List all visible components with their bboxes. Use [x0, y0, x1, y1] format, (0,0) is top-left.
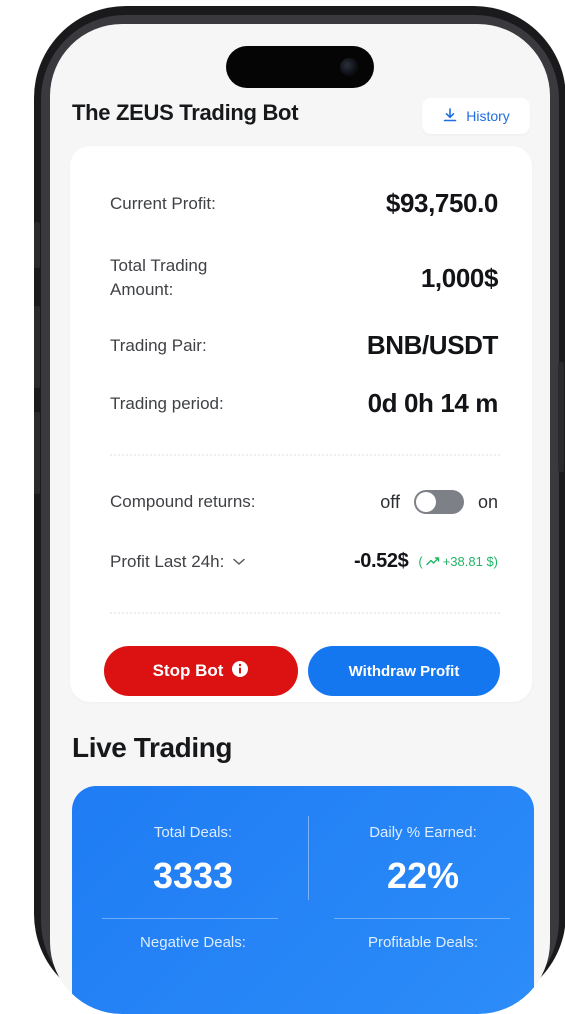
download-icon	[442, 107, 458, 126]
negative-deals-stat: Negative Deals:	[78, 934, 308, 951]
chevron-down-icon	[232, 552, 246, 572]
stop-bot-label: Stop Bot	[152, 661, 224, 680]
current-profit-label: Current Profit:	[110, 193, 216, 213]
divider	[110, 612, 500, 614]
stats-divider-horizontal	[102, 918, 278, 919]
history-button[interactable]: History	[422, 98, 530, 134]
trading-pair-value: BNB/USDT	[366, 330, 499, 360]
phone-volume-down	[34, 412, 40, 494]
toggle-knob	[415, 492, 436, 512]
total-deals-label: Total Deals:	[153, 824, 233, 841]
profit-24h-label: Profit Last 24h:	[110, 551, 225, 571]
trading-amount-label-line2: Amount:	[110, 280, 174, 299]
current-profit-value: $93,750.0	[385, 188, 498, 218]
app-screen: The ZEUS Trading Bot History Current Pro…	[50, 24, 550, 1014]
trading-pair-row: Trading Pair: BNB/USDT	[110, 330, 498, 361]
trading-pair-label: Trading Pair:	[110, 335, 207, 355]
trading-amount-label: Total Trading Amount:	[110, 254, 207, 302]
compound-returns-label: Compound returns:	[110, 492, 256, 511]
phone-volume-up	[34, 306, 40, 388]
daily-earned-stat: Daily % Earned: 22%	[308, 824, 538, 897]
profitable-deals-stat: Profitable Deals:	[308, 934, 538, 951]
divider	[110, 454, 500, 456]
trading-period-value: 0d 0h 14 m	[367, 388, 499, 418]
trading-amount-row: Total Trading Amount: 1,000$	[110, 254, 498, 302]
info-icon	[231, 660, 249, 683]
negative-deals-label: Negative Deals:	[140, 934, 246, 951]
trend-up-icon	[426, 554, 440, 569]
bot-status-card: Current Profit: $93,750.0 Total Trading …	[70, 146, 532, 702]
page-title: The ZEUS Trading Bot	[72, 100, 299, 125]
total-deals-value: 3333	[152, 855, 234, 896]
stats-divider-horizontal	[334, 918, 510, 919]
dynamic-island	[226, 46, 374, 88]
camera-icon	[340, 58, 358, 76]
compound-off-label: off	[380, 491, 400, 512]
compound-toggle-group: off on	[380, 490, 498, 514]
compound-returns-row: Compound returns: off on	[110, 490, 498, 514]
history-label: History	[466, 108, 510, 124]
trading-amount-value: 1,000$	[420, 262, 499, 293]
profit-24h-change: ( +38.81 $)	[418, 554, 498, 569]
daily-earned-value: 22%	[386, 855, 460, 896]
open-paren: (	[418, 554, 423, 569]
profit-24h-values: -0.52$ ( +38.81 $)	[354, 550, 498, 573]
phone-power-button	[558, 362, 564, 472]
live-trading-stats-card: Total Deals: 3333 Daily % Earned: 22% Ne…	[72, 786, 534, 1014]
trading-period-row: Trading period: 0d 0h 14 m	[110, 388, 498, 419]
phone-side-button	[34, 222, 40, 268]
trading-period-label: Trading period:	[110, 393, 224, 413]
profitable-deals-label: Profitable Deals:	[367, 934, 479, 951]
profit-24h-value: -0.52$	[354, 550, 409, 572]
withdraw-profit-button[interactable]: Withdraw Profit	[308, 646, 500, 696]
profit-24h-change-value: +38.81 $)	[442, 554, 498, 569]
total-deals-stat: Total Deals: 3333	[78, 824, 308, 897]
trading-amount-label-line1: Total Trading	[110, 256, 208, 275]
daily-earned-label: Daily % Earned:	[369, 824, 477, 841]
current-profit-row: Current Profit: $93,750.0	[110, 188, 498, 219]
profit-24h-selector[interactable]: Profit Last 24h:	[110, 552, 246, 572]
compound-on-label: on	[477, 491, 498, 512]
live-trading-title: Live Trading	[72, 732, 233, 763]
compound-toggle[interactable]	[413, 490, 464, 514]
stop-bot-button[interactable]: Stop Bot	[104, 646, 298, 696]
profit-24h-row: Profit Last 24h: -0.52$ ( +38.81 $)	[110, 550, 498, 573]
